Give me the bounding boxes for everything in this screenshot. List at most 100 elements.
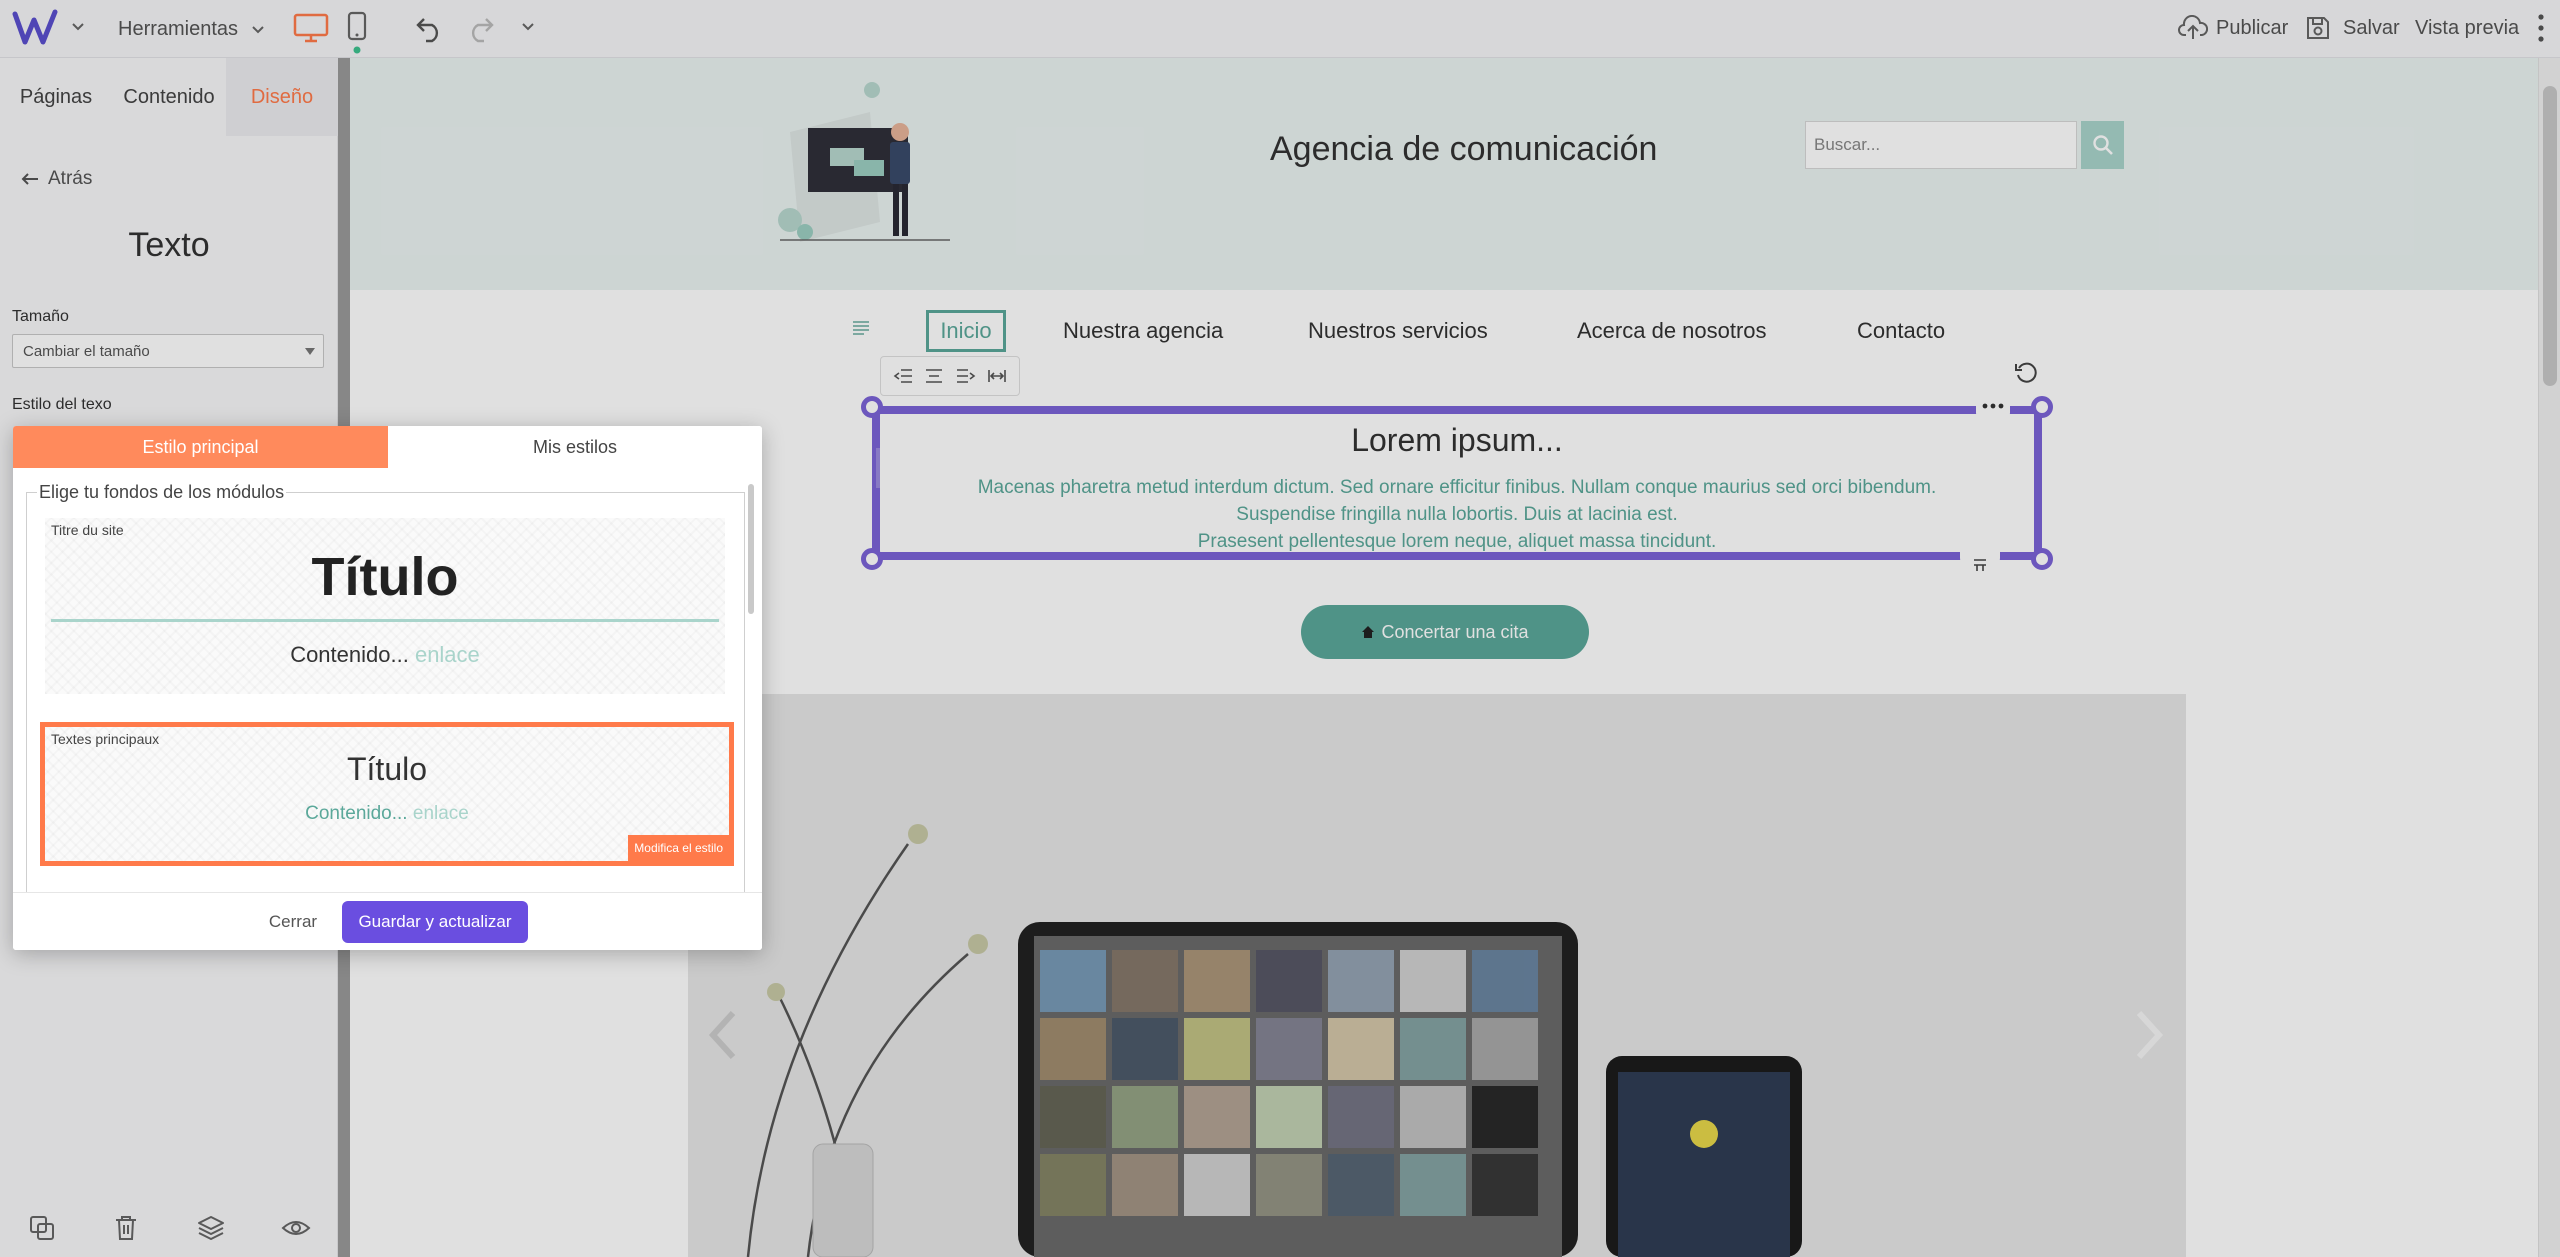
history-chevron-icon[interactable] [520, 18, 536, 34]
drag-handle-left[interactable] [876, 448, 880, 488]
card-tag: Textes principaux [51, 731, 160, 747]
nav-item-services[interactable]: Nuestros servicios [1308, 318, 1488, 344]
search-icon [2092, 134, 2114, 156]
save-label: Salvar [2343, 16, 2400, 39]
mobile-icon[interactable] [347, 11, 367, 41]
text-line: Macenas pharetra metud interdum dictum. … [977, 477, 1937, 498]
resize-handle-bottom-right[interactable] [2031, 548, 2053, 570]
nav-item-about[interactable]: Acerca de nosotros [1577, 318, 1767, 344]
fieldset-legend: Elige tu fondos de los módulos [37, 482, 287, 503]
edit-style-button[interactable]: Modifica el estilo [628, 835, 729, 861]
save-button[interactable]: Salvar [2305, 13, 2400, 43]
card-content: Contenido... [290, 642, 409, 667]
hero-slider [688, 694, 2186, 1257]
logo-icon[interactable] [12, 8, 58, 48]
cta-label: Concertar una cita [1381, 621, 1529, 642]
trash-icon[interactable] [113, 1214, 139, 1242]
indent-right-icon[interactable] [956, 368, 976, 384]
modal-scroll-thumb[interactable] [748, 484, 754, 614]
arrow-left-icon [20, 171, 40, 187]
eye-icon[interactable] [281, 1214, 311, 1242]
site-search-placeholder: Buscar... [1814, 135, 1881, 154]
text-block-heading: Lorem ipsum... [1351, 422, 1563, 458]
card-tag: Titre du site [51, 522, 124, 538]
text-line: Suspendise fringilla nulla lobortis. Dui… [1236, 504, 1678, 525]
text-line: Prasesent pellentesque lorem neque, aliq… [1197, 531, 1717, 552]
text-block-body: Macenas pharetra metud interdum dictum. … [880, 474, 2034, 555]
back-link[interactable]: Atrás [20, 168, 92, 190]
undo-icon[interactable] [414, 13, 446, 43]
cta-button[interactable]: Concertar una cita [1301, 605, 1589, 659]
canvas-scroll-thumb[interactable] [2543, 86, 2557, 386]
sidebar-tabs: Páginas Contenido Diseño [0, 58, 338, 136]
size-label: Tamaño [12, 308, 69, 325]
nav-item-agency[interactable]: Nuestra agencia [1063, 318, 1223, 344]
active-device-dot [353, 46, 361, 54]
header-illustration [760, 72, 960, 262]
save-icon [2305, 15, 2331, 41]
home-icon [1361, 625, 1375, 639]
more-vertical-icon[interactable] [2536, 12, 2546, 44]
panel-title: Texto [128, 226, 210, 264]
card-title: Título [346, 751, 428, 787]
tab-content[interactable]: Contenido [112, 58, 226, 136]
style-card-main-texts[interactable]: Textes principaux Título Contenido... en… [40, 722, 734, 866]
desktop-icon[interactable] [293, 13, 329, 43]
layers-icon[interactable] [197, 1214, 225, 1242]
save-update-button[interactable]: Guardar y actualizar [342, 901, 528, 943]
reset-icon[interactable] [2013, 360, 2039, 386]
text-block-toolbar [880, 356, 1020, 396]
site-title: Agencia de comunicación [1270, 130, 1658, 168]
duplicate-icon[interactable] [28, 1214, 56, 1242]
publish-label: Publicar [2216, 16, 2289, 39]
full-width-icon[interactable] [987, 368, 1007, 384]
preview-button[interactable]: Vista previa [2415, 13, 2519, 43]
back-label: Atrás [48, 168, 93, 189]
block-settings-icon[interactable] [1960, 552, 2000, 578]
hero-image [688, 694, 2186, 1257]
card-link: enlace [412, 803, 469, 824]
tools-label: Herramientas [118, 17, 239, 40]
preview-label: Vista previa [2415, 16, 2520, 39]
top-toolbar: Herramientas Publicar Salvar Vista previ… [0, 0, 2560, 58]
text-block-selected[interactable]: Lorem ipsum... Macenas pharetra metud in… [872, 406, 2042, 560]
more-horizontal-icon[interactable] [1976, 396, 2010, 416]
size-select[interactable]: Cambiar el tamaño [12, 334, 324, 368]
site-search-button[interactable] [2081, 121, 2124, 169]
redo-icon[interactable] [464, 13, 496, 43]
slider-next-icon[interactable] [2134, 1010, 2164, 1060]
nav-item-contact[interactable]: Contacto [1857, 318, 1945, 344]
chevron-down-icon[interactable] [70, 18, 86, 34]
align-center-icon[interactable] [924, 368, 944, 384]
text-style-label: Estilo del texo [12, 396, 112, 413]
tab-main-style[interactable]: Estilo principal [13, 426, 388, 468]
tools-menu[interactable]: Herramientas [118, 15, 266, 43]
indent-left-icon[interactable] [893, 368, 913, 384]
modal-footer: Cerrar Guardar y actualizar [13, 892, 762, 950]
text-style-modal: Estilo principal Mis estilos Elige tu fo… [13, 426, 762, 950]
site-search-input[interactable]: Buscar... [1805, 121, 2077, 169]
resize-handle-top-left[interactable] [861, 396, 883, 418]
nav-item-inicio[interactable]: Inicio [926, 310, 1006, 352]
card-content: Contenido... [305, 803, 408, 824]
close-button[interactable]: Cerrar [253, 901, 333, 943]
resize-handle-bottom-left[interactable] [861, 548, 883, 570]
site-header: Agencia de comunicación Buscar... [350, 58, 2538, 290]
caret-down-icon [305, 348, 315, 355]
size-select-value: Cambiar el tamaño [23, 342, 150, 360]
tab-design[interactable]: Diseño [226, 58, 338, 136]
hamburger-icon[interactable] [852, 320, 870, 336]
card-content-line: Contenido... enlace [45, 642, 725, 668]
card-link: enlace [414, 642, 480, 667]
tab-my-styles[interactable]: Mis estilos [388, 426, 762, 468]
card-title: Título [311, 547, 459, 607]
chevron-down-icon [250, 21, 266, 37]
resize-handle-top-right[interactable] [2031, 396, 2053, 418]
slider-prev-icon[interactable] [708, 1010, 738, 1060]
tab-pages[interactable]: Páginas [0, 58, 112, 136]
card-divider [51, 619, 719, 622]
style-card-site-title[interactable]: Titre du site Título Contenido... enlace [45, 518, 725, 694]
publish-button[interactable]: Publicar [2178, 13, 2288, 43]
canvas-scrollbar[interactable] [2538, 58, 2560, 1257]
cloud-upload-icon [2178, 15, 2208, 41]
